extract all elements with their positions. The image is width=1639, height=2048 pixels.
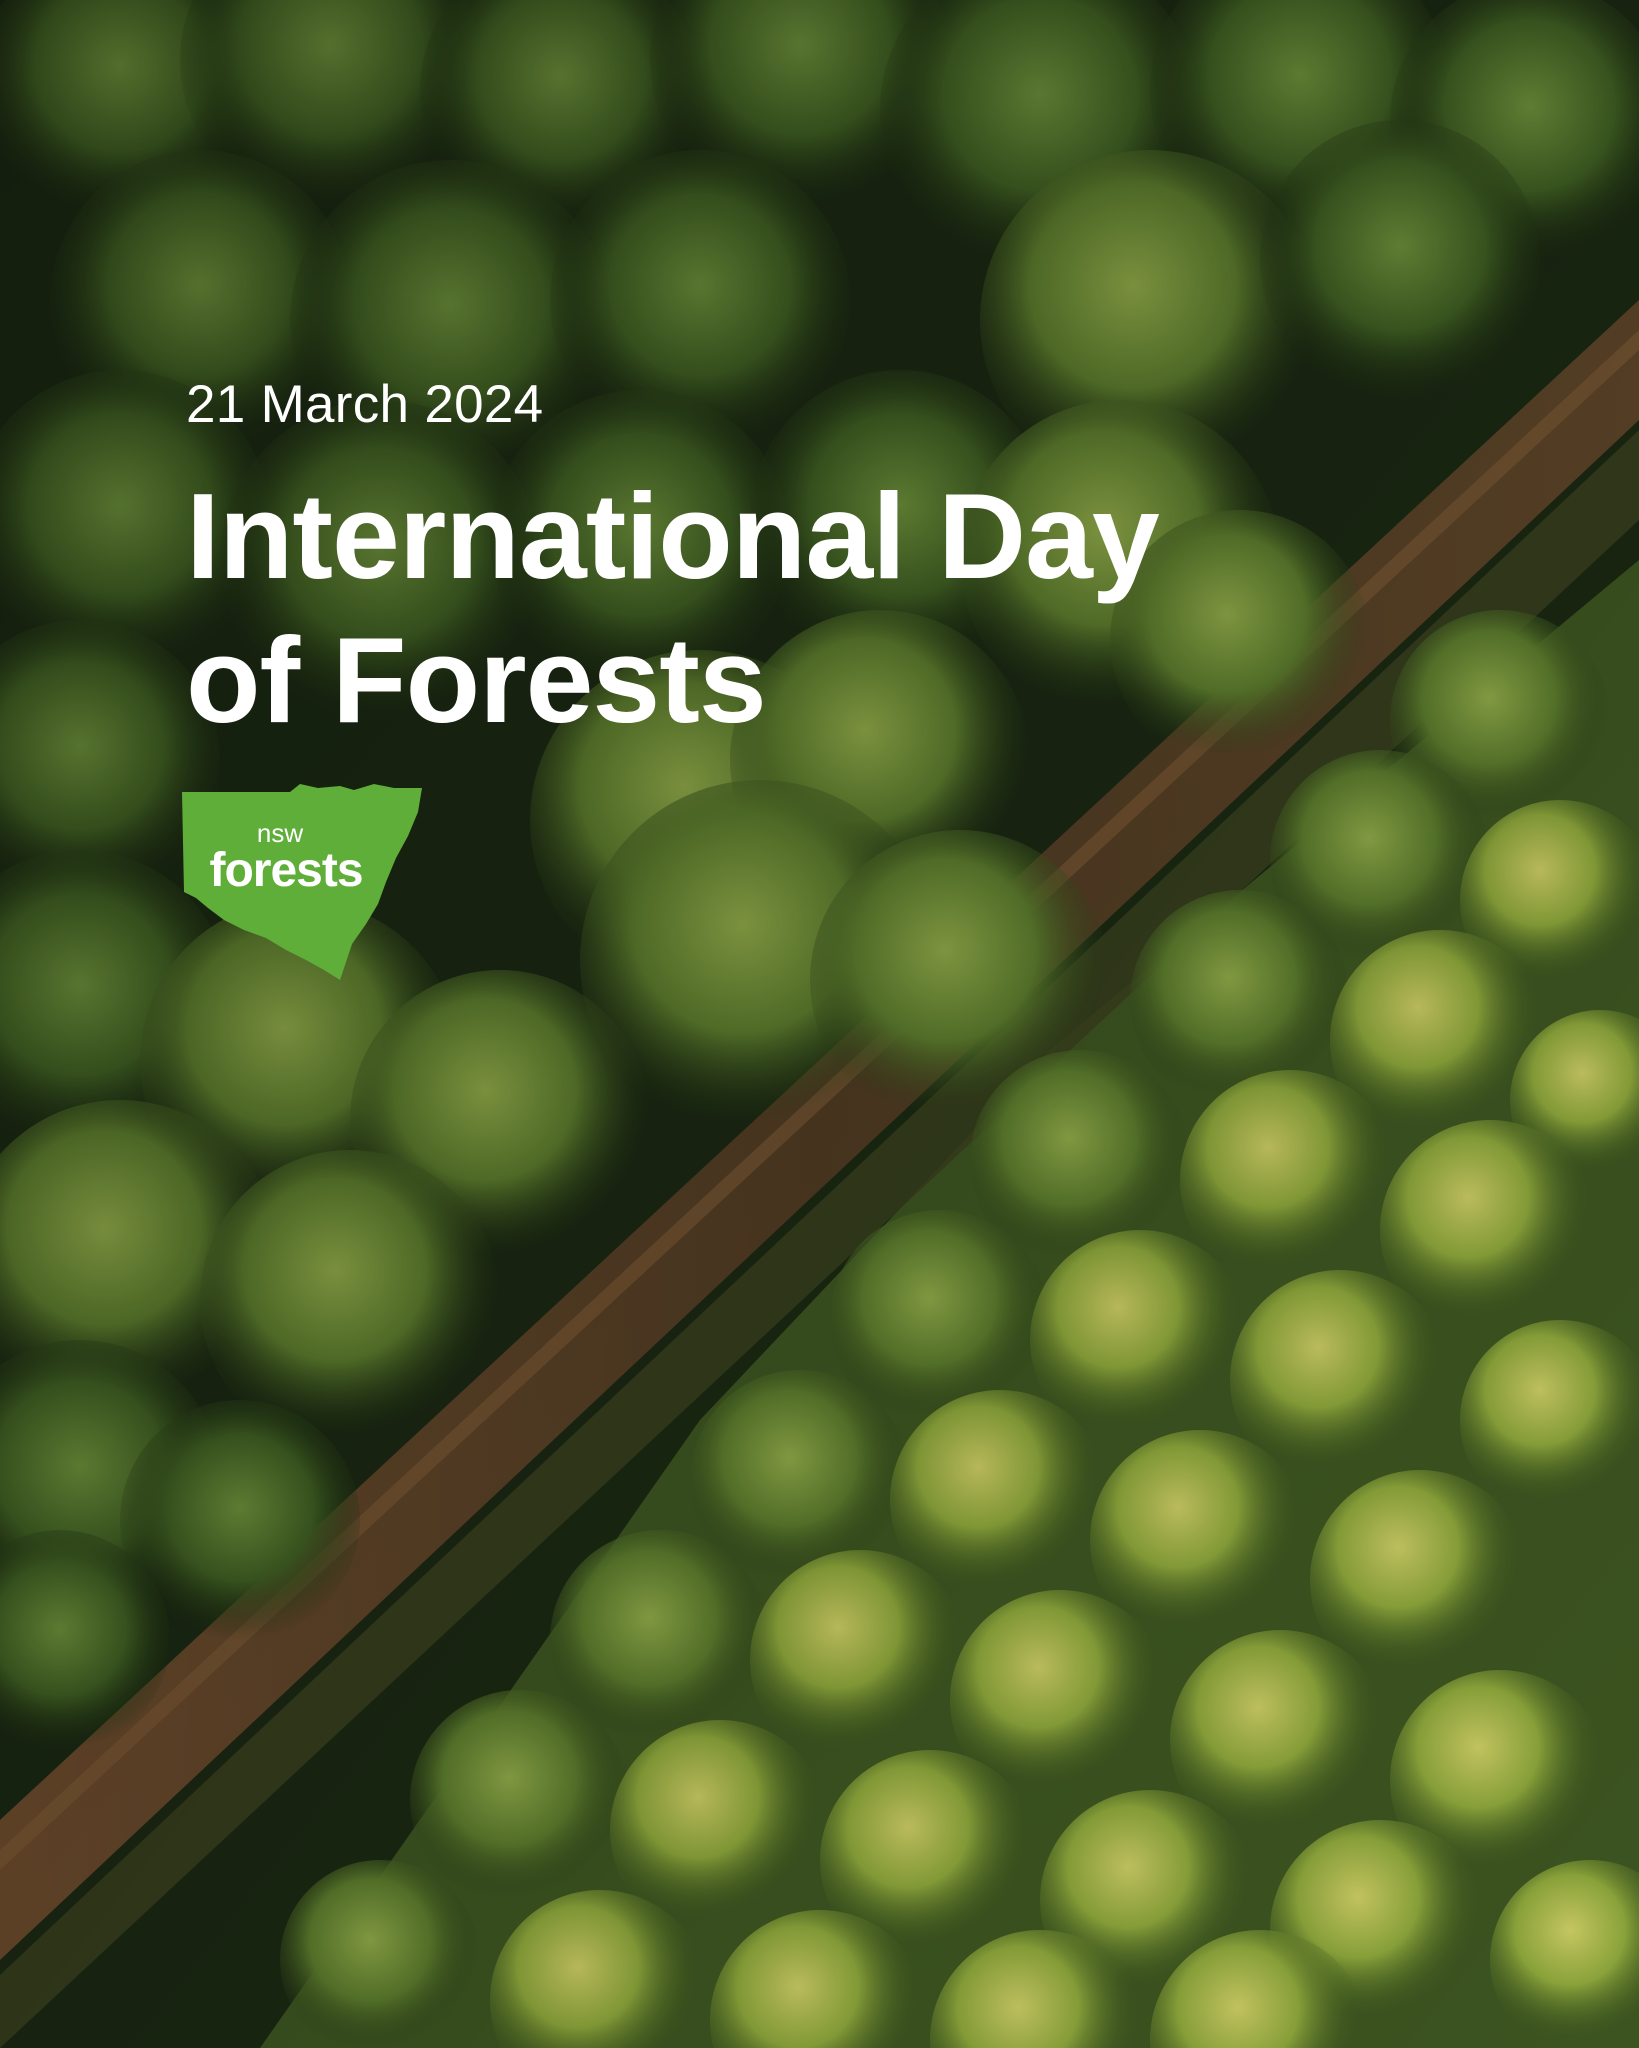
aerial-forest-background — [0, 0, 1639, 2048]
headline-block: 21 March 2024 International Day of Fores… — [186, 372, 1160, 752]
poster: 21 March 2024 International Day of Fores… — [0, 0, 1639, 2048]
event-title-line-2: of Forests — [186, 612, 767, 748]
event-title-line-1: International Day — [186, 468, 1160, 604]
event-title: International Day of Forests — [186, 464, 1160, 752]
nsw-forests-logo: nsw forests — [182, 784, 422, 980]
event-date: 21 March 2024 — [186, 375, 544, 434]
logo-text-forests: forests — [209, 844, 362, 897]
